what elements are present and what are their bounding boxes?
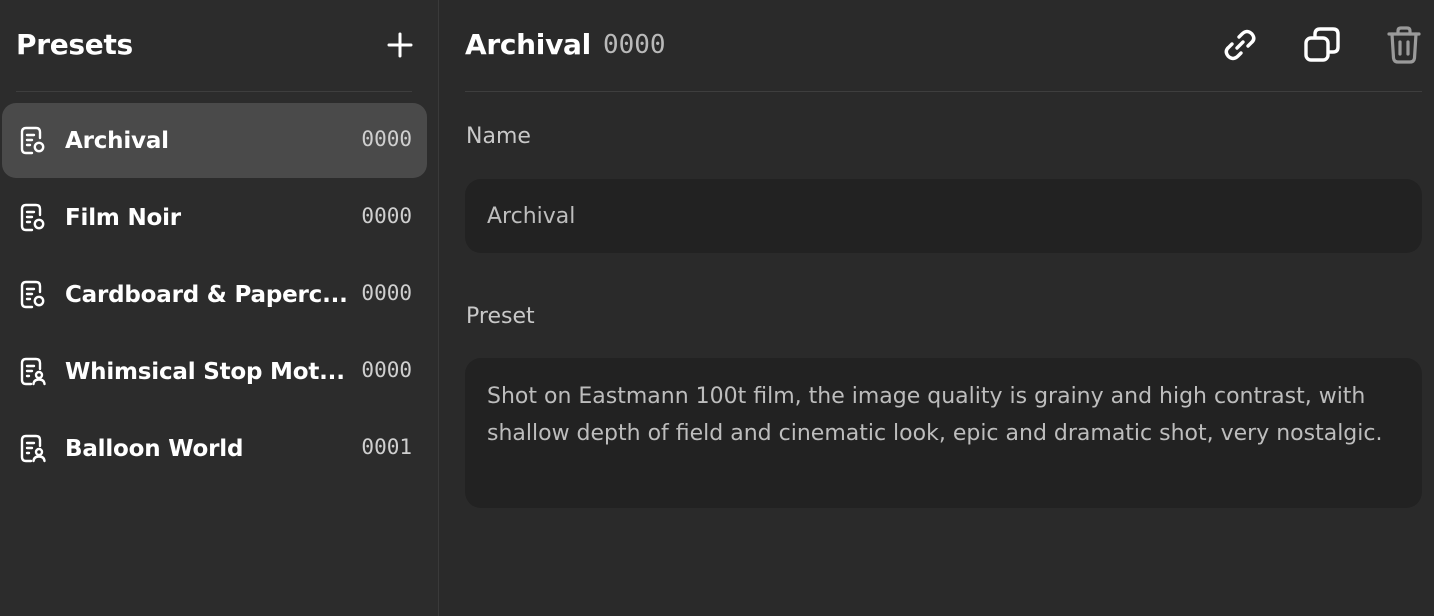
preset-item-balloon-world[interactable]: Balloon World 0001 (2, 411, 427, 486)
preset-item-label: Balloon World (65, 435, 244, 462)
page-title: Archival (465, 28, 591, 61)
name-label: Name (466, 124, 531, 149)
link-icon (1224, 29, 1256, 60)
preset-item-count: 0001 (361, 434, 412, 459)
document-user-icon (18, 356, 48, 388)
copy-link-button[interactable] (1218, 23, 1262, 67)
preset-item-label: Cardboard & Paperc... (65, 281, 348, 308)
sidebar: Presets Archival 0000 Film Noir 0000 Car… (0, 0, 439, 616)
add-preset-button[interactable] (380, 25, 420, 65)
preset-item-count: 0000 (361, 203, 412, 228)
document-gear-icon (18, 279, 48, 311)
sidebar-title: Presets (16, 28, 133, 61)
preset-item-film-noir[interactable]: Film Noir 0000 (2, 180, 427, 255)
preset-item-count: 0000 (361, 126, 412, 151)
preset-item-whimsical-stop-motion[interactable]: Whimsical Stop Mot... 0000 (2, 334, 427, 409)
trash-icon (1387, 25, 1421, 64)
preset-item-count: 0000 (361, 357, 412, 382)
preset-item-label: Archival (65, 127, 169, 154)
delete-button[interactable] (1382, 23, 1426, 67)
document-gear-icon (18, 125, 48, 157)
duplicate-button[interactable] (1300, 23, 1344, 67)
sidebar-header: Presets (16, 0, 413, 92)
preset-item-label: Film Noir (65, 204, 181, 231)
copy-icon (1304, 26, 1340, 62)
preset-list: Archival 0000 Film Noir 0000 Cardboard &… (2, 103, 427, 488)
document-user-icon (18, 433, 48, 465)
preset-item-archival[interactable]: Archival 0000 (2, 103, 427, 178)
name-field[interactable]: Archival (465, 179, 1422, 253)
app-window: Presets Archival 0000 Film Noir 0000 Car… (0, 0, 1434, 616)
preset-label: Preset (466, 304, 535, 329)
preset-item-count: 0000 (361, 280, 412, 305)
detail-header: Archival 0000 (465, 0, 1422, 92)
name-field-value: Archival (487, 203, 576, 229)
plus-icon (387, 32, 413, 57)
document-gear-icon (18, 202, 48, 234)
preset-count: 0000 (602, 30, 666, 60)
preset-detail-panel: Archival 0000 Name Archival Preset Shot … (439, 0, 1434, 616)
preset-item-cardboard-papercraft[interactable]: Cardboard & Paperc... 0000 (2, 257, 427, 332)
preset-item-label: Whimsical Stop Mot... (65, 358, 345, 385)
preset-textarea-value: Shot on Eastmann 100t film, the image qu… (487, 384, 1383, 446)
preset-textarea[interactable]: Shot on Eastmann 100t film, the image qu… (465, 358, 1422, 508)
header-actions (1218, 23, 1422, 67)
